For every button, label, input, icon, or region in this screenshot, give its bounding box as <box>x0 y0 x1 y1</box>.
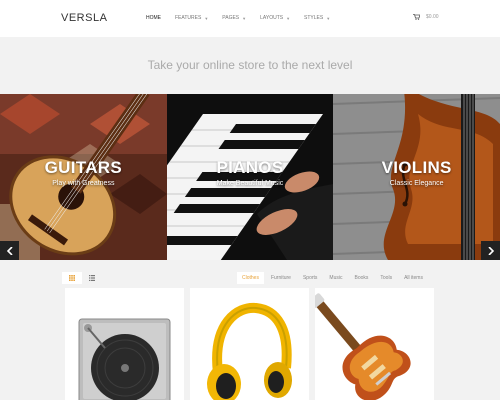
site-header: VERSLA HOME FEATURES ▼ PAGES ▼ LAYOUTS ▼… <box>0 0 500 37</box>
nav-layouts[interactable]: LAYOUTS ▼ <box>260 15 290 21</box>
cart-total: $0.00 <box>426 14 439 20</box>
hero-title: GUITARS <box>44 158 122 177</box>
filter-clothes[interactable]: Clothes <box>237 272 264 284</box>
nav-features[interactable]: FEATURES ▼ <box>175 15 208 21</box>
view-toggle <box>62 272 102 284</box>
grid-view-button[interactable] <box>62 272 82 284</box>
product-card[interactable] <box>190 288 309 400</box>
filter-tools[interactable]: Tools <box>375 272 397 284</box>
hero-panel-guitars[interactable]: GUITARS Play with Greatness <box>0 94 167 260</box>
main-nav: HOME FEATURES ▼ PAGES ▼ LAYOUTS ▼ STYLES… <box>146 15 344 21</box>
chevron-down-icon: ▼ <box>204 15 209 21</box>
slider-next-button[interactable] <box>481 241 500 260</box>
headphones-image <box>207 302 292 400</box>
product-card[interactable] <box>315 288 434 400</box>
nav-label: LAYOUTS <box>260 15 284 21</box>
cart-button[interactable]: $0.00 <box>413 14 439 20</box>
list-view-button[interactable] <box>82 272 102 284</box>
product-card[interactable] <box>65 288 184 400</box>
hero-panel-violins[interactable]: VIOLINS Classic Elegance <box>333 94 500 260</box>
page-tagline: Take your online store to the next level <box>147 58 353 72</box>
hero-subtitle: Make Beautiful Music <box>216 180 284 187</box>
site-logo[interactable]: VERSLA <box>61 12 107 24</box>
chevron-left-icon <box>6 246 13 255</box>
list-icon <box>89 275 95 281</box>
cart-icon <box>413 14 420 20</box>
nav-label: HOME <box>146 15 161 21</box>
filter-all-items[interactable]: All items <box>399 272 428 284</box>
nav-styles[interactable]: STYLES ▼ <box>304 15 330 21</box>
nav-pages[interactable]: PAGES ▼ <box>222 15 246 21</box>
filter-books[interactable]: Books <box>349 272 373 284</box>
nav-label: FEATURES <box>175 15 202 21</box>
chevron-down-icon: ▼ <box>286 15 291 21</box>
turntable-image <box>78 318 171 400</box>
filter-furniture[interactable]: Furniture <box>266 272 296 284</box>
chevron-right-icon <box>487 246 494 255</box>
nav-label: STYLES <box>304 15 324 21</box>
hero-subtitle: Play with Greatness <box>52 180 115 187</box>
hero-subtitle: Classic Elegance <box>389 180 444 187</box>
chevron-down-icon: ▼ <box>326 15 331 21</box>
hero-panel-pianos[interactable]: PIANOS Make Beautiful Music <box>166 94 334 260</box>
filter-music[interactable]: Music <box>324 272 347 284</box>
category-filters: Clothes Furniture Sports Music Books Too… <box>237 272 430 284</box>
chevron-down-icon: ▼ <box>242 15 247 21</box>
grid-icon <box>69 275 75 281</box>
filter-sports[interactable]: Sports <box>298 272 322 284</box>
nav-home[interactable]: HOME <box>146 15 161 21</box>
slider-prev-button[interactable] <box>0 241 19 260</box>
nav-label: PAGES <box>222 15 240 21</box>
hero-title: VIOLINS <box>381 158 452 177</box>
hero-banner: GUITARS Play with Greatness PIANOS Make … <box>0 94 500 260</box>
electric-guitar-image <box>315 293 411 400</box>
hero-title: PIANOS <box>216 158 284 177</box>
